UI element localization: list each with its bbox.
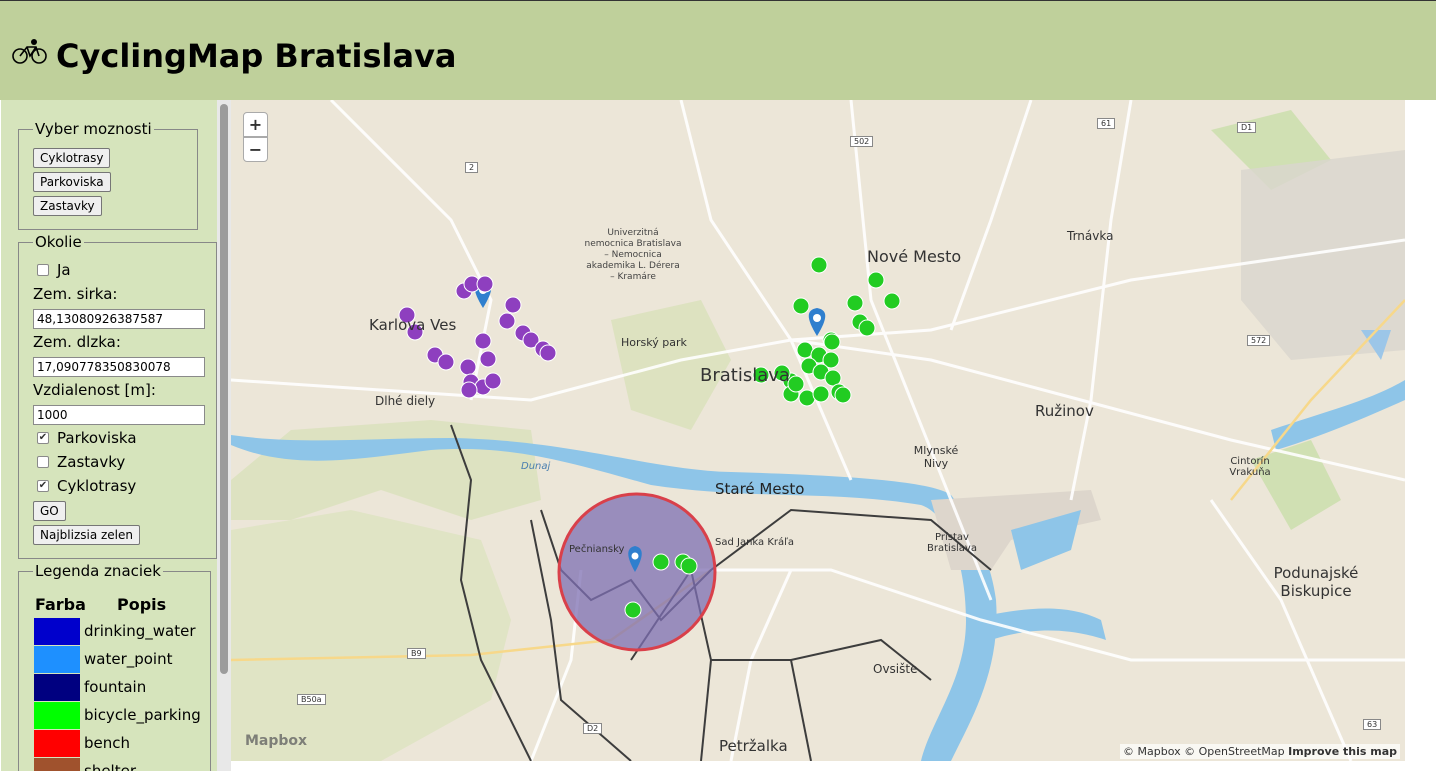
map-label-ruzinov: Ružinov — [1035, 402, 1094, 420]
map-label-dunaj: Dunaj — [521, 461, 551, 472]
road-shield: 502 — [850, 136, 874, 147]
lon-input[interactable] — [33, 357, 205, 377]
lat-input[interactable] — [33, 309, 205, 329]
legend-label-shelter: shelter — [84, 762, 136, 771]
map-label-karlova-ves: Karlova Ves — [369, 316, 457, 334]
map-label-dlhe-diely: Dlhé diely — [375, 394, 436, 408]
lon-label: Zem. dlzka: — [33, 333, 121, 351]
sidebar: Vyber moznosti Cyklotrasy Parkoviska Zas… — [1, 100, 217, 771]
legend-swatch-bicycle-parking — [34, 702, 80, 729]
parkoviska-checkbox[interactable]: ✔ — [37, 432, 49, 444]
ja-label: Ja — [57, 261, 71, 279]
map-label-ovsiste: Ovsište — [873, 662, 918, 676]
map-label-sad-janka-krala: Sad Janka Kráľa — [715, 537, 795, 548]
map-label-trnavka: Trnávka — [1067, 229, 1114, 243]
road-shield: D2 — [583, 723, 603, 734]
mapbox-logo: Mapbox — [245, 733, 308, 749]
cyklotrasy-checkbox[interactable]: ✔ — [37, 480, 49, 492]
road-shield: 63 — [1363, 719, 1382, 730]
cyklotrasy-button[interactable]: Cyklotrasy — [33, 148, 111, 168]
legend-title: Legenda znaciek — [35, 562, 161, 580]
map-label-cintorin-vrakuna: Cintorín Vrakuňa — [1229, 456, 1271, 478]
map-canvas[interactable]: Nové Mesto Bratislava Ružinov Staré Mest… — [231, 100, 1405, 761]
distance-input[interactable] — [33, 405, 205, 425]
improve-map-link[interactable]: Improve this map — [1288, 745, 1397, 758]
page-title: CyclingMap Bratislava — [56, 37, 457, 75]
attribution-text: © Mapbox © OpenStreetMap — [1123, 745, 1285, 758]
zastavky-button[interactable]: Zastavky — [33, 196, 102, 216]
road-shield: D1 — [1237, 122, 1257, 133]
map-label-stare-mesto: Staré Mesto — [715, 480, 805, 498]
map-tiles — [231, 100, 1405, 761]
zoom-in-button[interactable]: + — [243, 112, 268, 137]
road-shield: 61 — [1097, 118, 1116, 129]
sidebar-scrollbar[interactable] — [217, 100, 231, 771]
okolie-legend: Okolie — [35, 233, 82, 251]
lat-label: Zem. sirka: — [33, 285, 118, 303]
cyklotrasy-check-label: Cyklotrasy — [57, 477, 137, 495]
legend-swatch-water-point — [34, 646, 80, 673]
parkoviska-button[interactable]: Parkoviska — [33, 172, 111, 192]
legend-label-bench: bench — [84, 734, 131, 752]
go-button[interactable]: GO — [33, 501, 66, 521]
options-legend: Vyber moznosti — [35, 120, 152, 138]
bicycle-logo-icon — [12, 39, 47, 64]
map-label-pecniansky: Pečniansky — [569, 544, 625, 555]
map-label-hospital: Univerzitná nemocnica Bratislava – Nemoc… — [584, 228, 682, 282]
map-label-bratislava: Bratislava — [700, 365, 790, 386]
distance-label: Vzdialenost [m]: — [33, 381, 156, 399]
zastavky-checkbox[interactable] — [37, 456, 49, 468]
zoom-out-button[interactable]: − — [243, 137, 268, 162]
legend-col-color: Farba — [35, 595, 86, 614]
legend-swatch-bench — [34, 730, 80, 757]
legend-swatch-shelter — [34, 758, 80, 771]
legend-label-fountain: fountain — [84, 678, 147, 696]
road-shield: B9 — [407, 648, 426, 659]
ja-checkbox[interactable] — [37, 264, 49, 276]
nearest-green-button[interactable]: Najblizsia zelen — [33, 525, 141, 545]
header-bar: CyclingMap Bratislava — [0, 0, 1436, 100]
map-label-pristav-bratislava: Prístav Bratislava — [927, 532, 977, 554]
parkoviska-check-label: Parkoviska — [57, 429, 137, 447]
sidebar-scrollbar-thumb[interactable] — [220, 104, 228, 674]
legend-label-drinking-water: drinking_water — [84, 622, 196, 640]
legend-label-water-point: water_point — [84, 650, 173, 668]
map-label-mlynske-nivy: Mlynské Nivy — [913, 444, 959, 470]
zastavky-check-label: Zastavky — [57, 453, 126, 471]
legend-swatch-drinking-water — [34, 618, 80, 645]
road-shield: 2 — [465, 162, 479, 173]
legend-col-desc: Popis — [117, 595, 167, 614]
map-label-horsky-park: Horský park — [621, 336, 687, 349]
road-shield: B50a — [297, 694, 326, 705]
map-attribution: © Mapbox © OpenStreetMap Improve this ma… — [1120, 744, 1400, 759]
legend-label-bicycle-parking: bicycle_parking — [84, 706, 201, 724]
legend-swatch-fountain — [34, 674, 80, 701]
map-label-podunajske-biskupice: Podunajské Biskupice — [1273, 564, 1359, 600]
map-label-nove-mesto: Nové Mesto — [867, 247, 962, 266]
map-label-petrzalka: Petržalka — [719, 737, 788, 755]
road-shield: 572 — [1247, 335, 1271, 346]
